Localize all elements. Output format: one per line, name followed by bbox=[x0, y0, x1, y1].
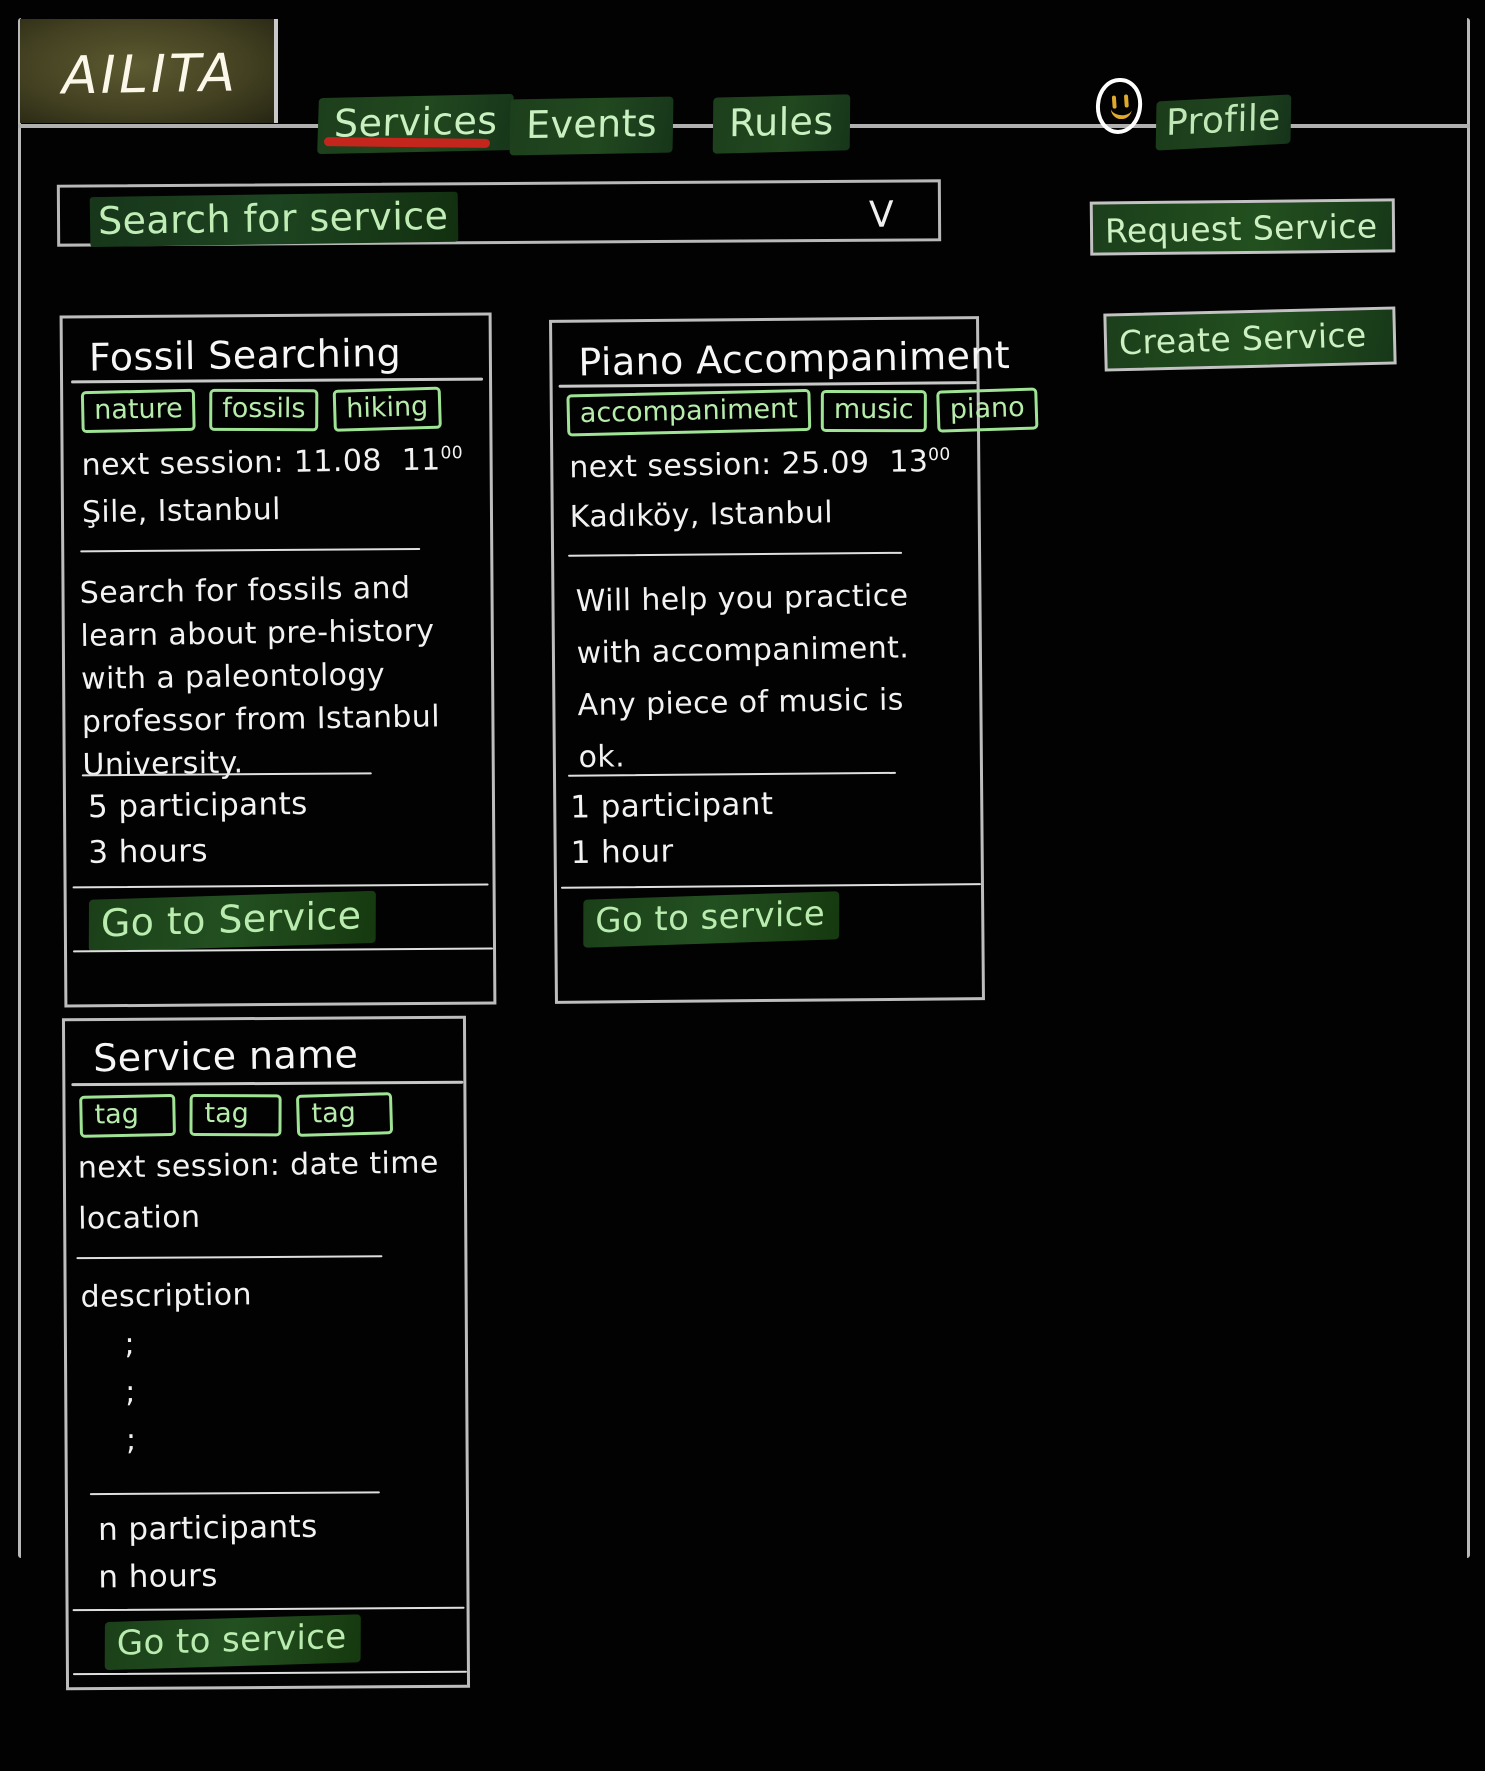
description-line: with accompaniment. bbox=[576, 630, 910, 672]
avatar-eye-right bbox=[1123, 94, 1129, 108]
service-tag[interactable]: accompaniment bbox=[566, 388, 812, 437]
service-card-title: Piano Accompaniment bbox=[578, 332, 1011, 385]
service-location: Kadıköy, Istanbul bbox=[569, 495, 834, 535]
description-line: Any piece of music is bbox=[577, 682, 905, 724]
avatar-mouth bbox=[1110, 107, 1132, 120]
next-session-date: 11.08 bbox=[293, 443, 383, 480]
description-bullet: ; bbox=[124, 1326, 136, 1362]
service-tag[interactable]: music bbox=[820, 389, 927, 433]
card-bottom-rule bbox=[72, 1670, 467, 1676]
next-session-minute: 00 bbox=[928, 444, 951, 466]
duration-text: n hours bbox=[98, 1557, 219, 1596]
go-to-service-button[interactable]: Go to service bbox=[104, 1614, 361, 1671]
participants-count: n participants bbox=[97, 1508, 318, 1548]
description-line: learn about pre-history bbox=[80, 613, 435, 654]
tab-events-label: Events bbox=[525, 100, 658, 148]
next-session-date: 25.09 bbox=[781, 445, 870, 482]
next-session-label: next session: bbox=[81, 444, 285, 484]
description-line: with a paleontology bbox=[80, 657, 386, 697]
logo-tile[interactable]: AILITA bbox=[20, 19, 278, 123]
card-divider bbox=[568, 551, 903, 557]
next-session-label: next session: bbox=[569, 446, 772, 486]
card-divider bbox=[72, 1606, 465, 1612]
service-location: location bbox=[77, 1199, 201, 1237]
go-to-service-button[interactable]: Go to Service bbox=[88, 890, 376, 952]
description-line: Will help you practice bbox=[575, 578, 909, 620]
service-description: Will help you practice with accompanimen… bbox=[575, 570, 911, 784]
service-tag[interactable]: hiking bbox=[332, 386, 442, 432]
go-to-service-button[interactable]: Go to service bbox=[583, 891, 840, 948]
create-service-button[interactable]: Create Service bbox=[1103, 306, 1397, 372]
participants-count: 1 participant bbox=[569, 786, 774, 826]
service-tag[interactable]: tag bbox=[189, 1093, 283, 1137]
duration-text: 3 hours bbox=[88, 832, 209, 871]
service-tag[interactable]: fossils bbox=[209, 388, 320, 432]
description-line: professor from Istanbul bbox=[81, 699, 441, 740]
description-placeholder-bullets: ; ; ; bbox=[124, 1321, 137, 1465]
service-card-title: Fossil Searching bbox=[88, 330, 402, 380]
service-tag[interactable]: tag bbox=[79, 1093, 177, 1138]
service-card-title: Service name bbox=[92, 1032, 359, 1081]
search-input[interactable]: Search for service V bbox=[56, 179, 942, 248]
card-divider bbox=[72, 883, 489, 889]
service-tags: nature fossils hiking bbox=[80, 386, 442, 434]
chevron-down-icon[interactable]: V bbox=[869, 194, 895, 235]
next-session-hour: 13 bbox=[889, 444, 929, 480]
tab-rules-label: Rules bbox=[728, 98, 834, 146]
search-placeholder-text: Search for service bbox=[89, 191, 459, 248]
service-description: description bbox=[80, 1273, 252, 1319]
next-session-line: next session: date time bbox=[77, 1145, 439, 1186]
service-card-piano-accompaniment[interactable]: Piano Accompaniment accompaniment music … bbox=[549, 316, 1039, 1004]
profile-link[interactable]: Profile bbox=[1155, 94, 1292, 151]
service-card-template[interactable]: Service name tag tag tag next session: d… bbox=[61, 1015, 471, 1691]
request-service-label: Request Service bbox=[1104, 206, 1378, 251]
request-service-button[interactable]: Request Service bbox=[1089, 198, 1396, 256]
next-session-line: next session: 25.09 1300 bbox=[569, 444, 951, 486]
active-tab-indicator bbox=[323, 137, 491, 148]
service-card-fossil-searching[interactable]: Fossil Searching nature fossils hiking n… bbox=[59, 312, 497, 1008]
next-session-line: next session: 11.08 1100 bbox=[81, 442, 463, 483]
smiley-face-icon[interactable] bbox=[1094, 76, 1144, 136]
service-tag[interactable]: tag bbox=[295, 1092, 393, 1137]
tab-rules[interactable]: Rules bbox=[712, 94, 850, 154]
card-divider bbox=[80, 548, 421, 553]
service-tag[interactable]: nature bbox=[80, 388, 197, 434]
duration-text: 1 hour bbox=[570, 833, 674, 872]
card-divider bbox=[560, 883, 981, 889]
description-line: Search for fossils and bbox=[79, 570, 411, 611]
app-header: AILITA Services Events Rules Profile bbox=[18, 18, 1470, 156]
service-tags: accompaniment music piano bbox=[566, 387, 1039, 437]
card-divider bbox=[89, 1491, 380, 1496]
service-tag[interactable]: piano bbox=[935, 387, 1039, 433]
tab-events[interactable]: Events bbox=[509, 96, 674, 156]
card-divider bbox=[71, 1080, 464, 1087]
next-session-hour: 11 bbox=[401, 442, 441, 479]
description-bullet: ; bbox=[125, 1422, 137, 1458]
participants-count: 5 participants bbox=[87, 785, 308, 826]
service-tags: tag tag tag bbox=[79, 1092, 393, 1138]
description-bullet: ; bbox=[124, 1374, 137, 1410]
create-service-label: Create Service bbox=[1118, 315, 1368, 363]
app-logo-text: AILITA bbox=[61, 43, 239, 107]
description-line: University. bbox=[82, 745, 244, 783]
card-divider bbox=[76, 1255, 383, 1260]
service-location: Şile, Istanbul bbox=[81, 492, 282, 531]
whiteboard-canvas: AILITA Services Events Rules Profile Sea… bbox=[0, 0, 1485, 1771]
service-description: Search for fossils and learn about pre-h… bbox=[79, 566, 441, 787]
description-label: description bbox=[80, 1277, 253, 1315]
next-session-minute: 00 bbox=[440, 443, 464, 464]
